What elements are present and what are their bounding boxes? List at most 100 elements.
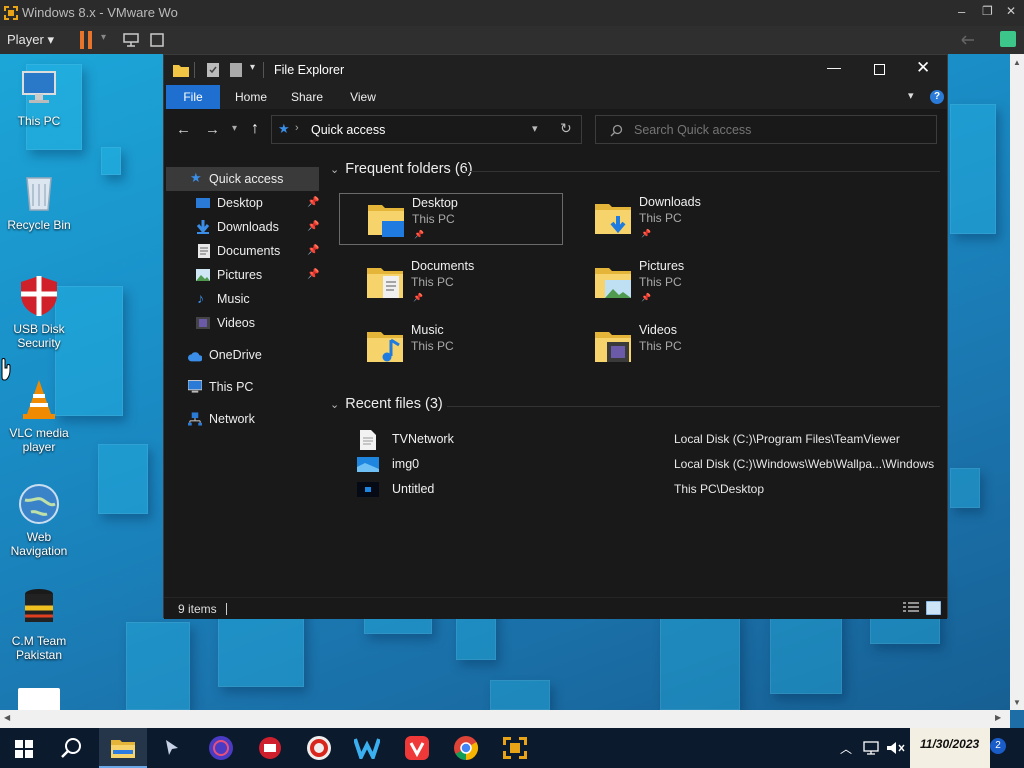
- search-icon[interactable]: [61, 737, 83, 759]
- frequent-folders-title: Frequent folders (6): [345, 161, 473, 177]
- vm-maximize-button[interactable]: ❐: [982, 4, 993, 18]
- navigation-pane: ★ Quick access Desktop 📌 Downloads 📌 Doc…: [164, 151, 321, 597]
- section-divider: [464, 171, 940, 172]
- vertical-scrollbar[interactable]: ▲ ▼: [1010, 54, 1024, 710]
- network-tray-icon[interactable]: [862, 741, 880, 755]
- recent-locations-chevron-icon[interactable]: ▾: [232, 123, 237, 134]
- back-arrow-icon[interactable]: ←: [176, 121, 191, 138]
- volume-muted-icon[interactable]: [886, 741, 906, 755]
- search-icon: [610, 124, 623, 137]
- desktop-icon-this-pc[interactable]: This PC: [1, 66, 77, 128]
- pause-dropdown-icon[interactable]: ▾: [101, 32, 106, 43]
- folder-tile-videos[interactable]: Videos This PC: [567, 321, 791, 373]
- taskbar-file-explorer[interactable]: [99, 728, 147, 768]
- recent-file-row[interactable]: TVNetwork Local Disk (C:)\Program Files\…: [352, 429, 942, 451]
- close-button[interactable]: ✕: [916, 58, 930, 78]
- forward-arrow-icon[interactable]: →: [205, 121, 220, 138]
- nav-item-network[interactable]: Network: [164, 407, 321, 431]
- ccleaner-icon[interactable]: [306, 735, 332, 761]
- folder-tile-documents[interactable]: Documents This PC 📌: [339, 257, 563, 309]
- vmware-icon[interactable]: [502, 736, 528, 760]
- chrome-icon[interactable]: [453, 735, 479, 761]
- address-box[interactable]: ★ › Quick access ▾ ↻: [271, 115, 582, 144]
- vm-devices-icon[interactable]: [122, 32, 140, 48]
- frequent-folders-header[interactable]: ⌄ Frequent folders (6): [330, 161, 473, 177]
- nav-item-music[interactable]: ♪ Music: [164, 287, 321, 311]
- desktop-icon-web-navigation[interactable]: Web Navigation: [1, 482, 77, 558]
- folder-tile-downloads[interactable]: Downloads This PC 📌: [567, 193, 791, 245]
- nav-item-documents[interactable]: Documents 📌: [164, 239, 321, 263]
- tab-file[interactable]: File: [166, 85, 220, 109]
- nav-item-this-pc[interactable]: This PC: [164, 375, 321, 399]
- globe-app-icon[interactable]: [208, 735, 234, 761]
- up-arrow-icon[interactable]: ↑: [251, 120, 259, 138]
- desktop-folder-icon: [196, 198, 210, 208]
- tab-home[interactable]: Home: [226, 85, 276, 109]
- quick-access-toolbar-dropdown[interactable]: ▾: [250, 62, 255, 73]
- desktop-icon-recycle-bin[interactable]: Recycle Bin: [1, 170, 77, 232]
- star-icon: ★: [278, 121, 290, 136]
- desktop-icon-usb-disk-security[interactable]: USB Disk Security: [1, 274, 77, 350]
- camera-app-icon[interactable]: [258, 736, 282, 760]
- ribbon-tabs: File Home Share View ▾ ?: [164, 85, 947, 109]
- vm-minimize-button[interactable]: –: [958, 4, 965, 19]
- large-icons-view-icon[interactable]: [926, 601, 941, 615]
- cursor-app-icon[interactable]: [162, 738, 182, 758]
- downloads-folder-icon: [595, 204, 631, 234]
- maximize-button[interactable]: [874, 64, 885, 75]
- nav-item-desktop[interactable]: Desktop 📌: [164, 191, 321, 215]
- minimize-button[interactable]: —: [824, 59, 844, 75]
- vm-back-icon[interactable]: [960, 34, 976, 46]
- details-view-icon[interactable]: [903, 602, 919, 615]
- vm-fullscreen-icon[interactable]: [150, 32, 164, 48]
- pin-icon: 📌: [413, 293, 423, 302]
- horizontal-scrollbar[interactable]: ◀ ▶: [0, 710, 1010, 728]
- nav-item-downloads[interactable]: Downloads 📌: [164, 215, 321, 239]
- nav-item-onedrive[interactable]: OneDrive: [164, 343, 321, 367]
- vm-message-icon[interactable]: [1000, 31, 1016, 47]
- tab-view[interactable]: View: [338, 85, 388, 109]
- ribbon-expand-chevron-icon[interactable]: ▾: [908, 89, 914, 102]
- scroll-up-icon[interactable]: ▲: [1013, 58, 1021, 67]
- tray-overflow-chevron-icon[interactable]: ︿: [840, 740, 852, 757]
- recent-files-header[interactable]: ⌄ Recent files (3): [330, 396, 443, 412]
- desktop-icon-cm-team[interactable]: C.M Team Pakistan: [1, 586, 77, 662]
- vm-close-button[interactable]: ✕: [1006, 4, 1016, 18]
- tab-share[interactable]: Share: [282, 85, 332, 109]
- player-menu[interactable]: Player ▾: [7, 32, 54, 48]
- section-divider: [447, 406, 940, 407]
- pause-icon[interactable]: [80, 31, 94, 49]
- folder-tile-desktop[interactable]: Desktop This PC 📌: [339, 193, 563, 245]
- new-folder-icon[interactable]: [229, 62, 243, 78]
- help-icon[interactable]: ?: [930, 90, 944, 104]
- item-count: 9 items: [178, 602, 217, 616]
- nav-item-videos[interactable]: Videos: [164, 311, 321, 335]
- search-input[interactable]: [634, 121, 924, 139]
- scroll-left-icon[interactable]: ◀: [4, 713, 10, 722]
- refresh-icon[interactable]: ↻: [560, 120, 572, 137]
- recent-file-row[interactable]: Untitled This PC\Desktop: [352, 479, 942, 501]
- start-windows-icon[interactable]: [15, 740, 33, 758]
- wallpaper-tile: [950, 468, 980, 508]
- recent-file-row[interactable]: img0 Local Disk (C:)\Windows\Web\Wallpa.…: [352, 454, 942, 476]
- address-dropdown-icon[interactable]: ▾: [532, 122, 538, 135]
- scroll-right-icon[interactable]: ▶: [995, 713, 1001, 722]
- properties-icon[interactable]: [206, 62, 220, 78]
- nav-item-quick-access[interactable]: ★ Quick access: [166, 167, 319, 191]
- clock-area[interactable]: 11/30/2023: [910, 728, 990, 768]
- folder-tile-music[interactable]: Music This PC: [339, 321, 563, 373]
- notification-badge[interactable]: 2: [990, 738, 1006, 754]
- vivaldi-icon[interactable]: [404, 735, 430, 761]
- pin-icon: 📌: [414, 230, 424, 239]
- desktop-icon-vlc[interactable]: VLC media player: [1, 378, 77, 454]
- player-menu-label: Player: [7, 32, 44, 47]
- breadcrumb-quick-access[interactable]: Quick access: [311, 123, 385, 137]
- nav-item-pictures[interactable]: Pictures 📌: [164, 263, 321, 287]
- folder-name: Videos: [639, 323, 677, 337]
- w-app-icon[interactable]: [354, 737, 380, 759]
- cm-team-icon: [17, 586, 61, 630]
- ie-icon[interactable]: [18, 688, 60, 710]
- folder-tile-pictures[interactable]: Pictures This PC 📌: [567, 257, 791, 309]
- search-box[interactable]: [595, 115, 937, 144]
- scroll-down-icon[interactable]: ▼: [1013, 698, 1021, 707]
